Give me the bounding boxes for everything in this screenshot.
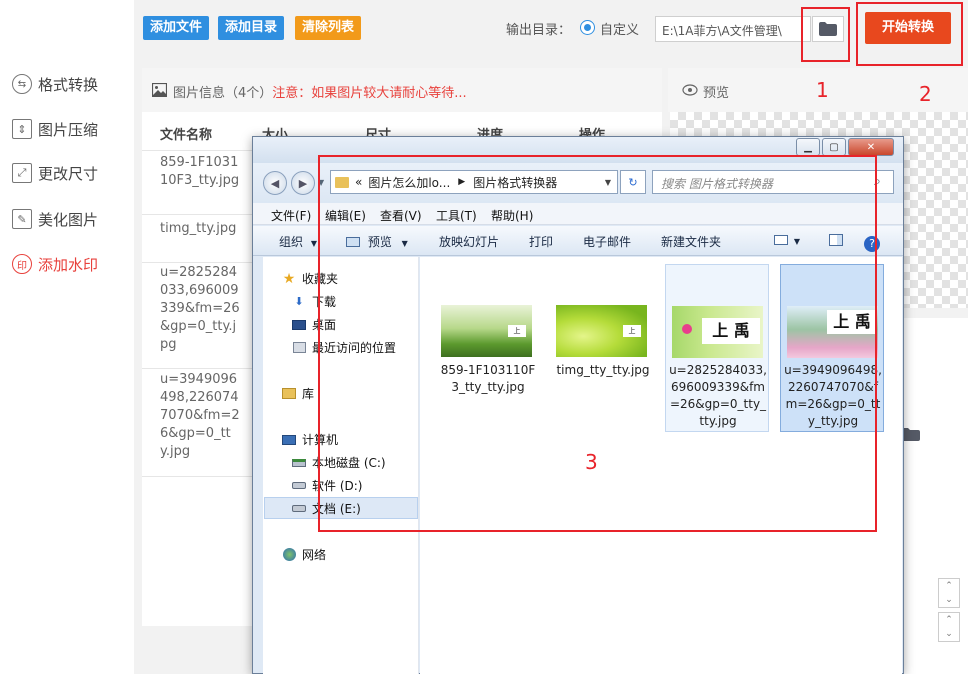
maximize-button[interactable]: ▢ [822, 138, 846, 156]
recent-places-icon [290, 341, 308, 355]
patience-note: 注意：如果图片较大请耐心等待... [272, 86, 467, 101]
tree-network-label: 网络 [302, 548, 327, 562]
preview-title: 预览 [703, 86, 730, 101]
menu-file[interactable]: 文件(F) [271, 207, 311, 224]
compress-icon: ⇕ [12, 119, 32, 139]
add-file-button[interactable]: 添加文件 [143, 16, 210, 40]
nav-beautify[interactable]: ✎ 美化图片 [12, 207, 98, 231]
library-icon [280, 387, 298, 401]
nav-compress[interactable]: ⇕ 图片压缩 [12, 117, 98, 141]
nav-resize[interactable]: ⤢ 更改尺寸 [12, 161, 98, 185]
nav-compress-label: 图片压缩 [38, 120, 99, 139]
arrow-left-icon: ◀ [270, 176, 280, 190]
chevron-down-icon[interactable]: ⌄ [939, 593, 959, 607]
spinner-stepper[interactable]: ⌃ ⌄ [938, 612, 960, 642]
nav-format-convert[interactable]: ⇆ 格式转换 [12, 72, 98, 96]
star-icon: ★ [282, 270, 296, 287]
drive-icon [290, 502, 308, 516]
nav-watermark-label: 添加水印 [38, 255, 99, 274]
back-button[interactable]: ◀ [263, 171, 287, 195]
tree-libraries-label: 库 [302, 387, 315, 401]
col-filename: 文件名称 [160, 128, 213, 143]
chevron-up-icon[interactable]: ⌃ [939, 613, 959, 627]
output-dir-label: 输出目录： [506, 23, 572, 38]
add-directory-button[interactable]: 添加目录 [218, 16, 285, 40]
eye-icon [682, 84, 698, 96]
close-icon: ✕ [866, 141, 876, 153]
organize-label: 组织 [279, 235, 304, 249]
tree-network[interactable]: 网络 [280, 546, 326, 563]
minimize-icon: ▁ [804, 141, 812, 153]
chevron-down-icon[interactable]: ⌄ [939, 627, 959, 641]
annotation-label-2: 2 [919, 82, 932, 106]
arrow-right-icon: ▶ [298, 176, 308, 190]
nav-beautify-label: 美化图片 [38, 210, 99, 229]
chevron-up-icon[interactable]: ⌃ [939, 579, 959, 593]
organize-button[interactable]: 组织 ▼ [279, 233, 317, 250]
output-path-input[interactable]: E:\1A菲方\A文件管理\ [655, 16, 811, 42]
row-divider [142, 476, 254, 477]
download-folder-icon: ⬇ [294, 295, 304, 308]
row-divider [142, 262, 254, 263]
annotation-box-2 [856, 2, 963, 66]
maximize-icon: ▢ [829, 141, 839, 153]
custom-radio-label: 自定义 [600, 23, 640, 38]
network-icon [280, 548, 298, 562]
chevron-down-icon: ▼ [310, 239, 317, 248]
nav-format-convert-label: 格式转换 [38, 75, 99, 94]
image-count-title: 图片信息（4个） [173, 86, 273, 101]
close-button[interactable]: ✕ [848, 138, 894, 156]
watermark-icon: 印 [12, 254, 32, 274]
folder-icon[interactable] [902, 428, 920, 441]
spinner-stepper[interactable]: ⌃ ⌄ [938, 578, 960, 608]
drive-icon [290, 479, 308, 493]
image-info-title: 图片信息（4个）注意：如果图片较大请耐心等待... [173, 82, 467, 101]
row-divider [142, 150, 254, 151]
table-row-filename: u=3949096498,2260747070&fm=26&gp=0_tty.j… [160, 372, 240, 459]
left-nav: ⇆ 格式转换 ⇕ 图片压缩 ⤢ 更改尺寸 ✎ 美化图片 印 添加水印 [0, 0, 134, 674]
table-row-filename: u=2825284033,696009339&fm=26&gp=0_tty.jp… [160, 265, 240, 352]
beautify-icon: ✎ [12, 209, 32, 229]
table-row-filename: 859-1F103110F3_tty.jpg [160, 155, 240, 188]
tree-libraries[interactable]: 库 [280, 385, 314, 402]
computer-icon [280, 433, 298, 447]
table-row-filename: timg_tty.jpg [160, 221, 237, 236]
annotation-box-1 [801, 7, 850, 62]
forward-button[interactable]: ▶ [291, 171, 315, 195]
format-convert-icon: ⇆ [12, 74, 32, 94]
row-divider [142, 214, 254, 215]
nav-watermark[interactable]: 印 添加水印 [12, 252, 98, 276]
desktop-icon [290, 318, 308, 332]
minimize-button[interactable]: ▁ [796, 138, 820, 156]
resize-icon: ⤢ [12, 163, 32, 183]
annotation-label-3: 3 [585, 450, 598, 474]
system-drive-icon [290, 456, 308, 470]
row-divider [142, 368, 254, 369]
nav-resize-label: 更改尺寸 [38, 164, 99, 183]
annotation-label-1: 1 [816, 78, 829, 102]
annotation-box-3 [318, 155, 877, 532]
custom-radio[interactable] [580, 20, 595, 35]
clear-list-button[interactable]: 清除列表 [295, 16, 362, 40]
image-icon [152, 83, 167, 97]
